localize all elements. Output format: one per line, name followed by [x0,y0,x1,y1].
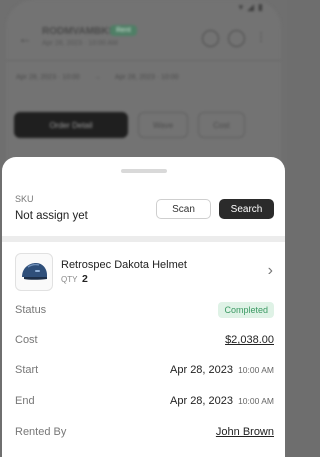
status-label: Status [15,304,47,316]
start-date: Apr 28, 2023 [170,364,234,376]
end-date: Apr 28, 2023 [170,395,234,407]
order-status-chip: Rent [110,25,137,36]
cost-button[interactable]: Cost [198,112,245,138]
scan-button[interactable]: Scan [156,199,211,219]
sku-value: Not assign yet [15,210,88,222]
start-value: Apr 28, 2023 10:00 AM [170,364,274,376]
chevron-right-icon[interactable]: › [268,262,273,280]
cost-row: Cost $2,038.00 [15,334,274,350]
product-qty-label: QTY [61,275,78,284]
search-button[interactable]: Search [219,199,274,219]
start-label: Start [15,364,39,376]
end-date-text: Apr 28, 2023 · 10:00 [114,74,179,81]
background-button-row: Order Detail Wave Cost [14,112,245,138]
start-row: Start Apr 28, 2023 10:00 AM [15,364,274,380]
cost-value-link[interactable]: $2,038.00 [225,334,274,346]
section-divider [2,236,285,242]
order-code: RODMVAMBKS [42,26,116,37]
status-bar-icons: ▾ ◢ ▮ [239,2,263,13]
cost-label: Cost [15,334,38,346]
battery-icon: ▮ [258,2,263,12]
helmet-icon [22,263,47,280]
end-label: End [15,395,35,407]
status-badge: Completed [218,302,274,318]
wave-button[interactable]: Wave [138,112,189,138]
screen: ▾ ◢ ▮ ← RODMVAMBKS Rent Apr 28, 2023 · 1… [0,0,287,457]
product-thumbnail [15,253,53,291]
product-qty: 2 [82,273,88,285]
signal-icon: ◢ [247,2,255,12]
divider [6,60,281,61]
wifi-icon: ▾ [238,2,244,12]
end-row: End Apr 28, 2023 10:00 AM [15,395,274,411]
background-date-range: Apr 28, 2023 · 10:00 → Apr 28, 2023 · 10… [16,74,281,81]
bottom-sheet: SKU Not assign yet Scan Search Retrospec… [2,157,285,457]
order-subtitle: Apr 28, 2023 · 10:00 AM [42,40,118,47]
header-action-icon[interactable] [202,30,219,47]
background-header: ← RODMVAMBKS Rent Apr 28, 2023 · 10:00 A… [6,22,281,56]
start-time: 10:00 AM [238,365,274,375]
sheet-drag-handle[interactable] [121,169,167,173]
more-vertical-icon[interactable]: ⋮ [255,30,267,44]
rented-by-label: Rented By [15,426,67,438]
order-detail-button[interactable]: Order Detail [14,112,128,138]
start-date-text: Apr 28, 2023 · 10:00 [16,74,80,81]
header-action-icon[interactable] [228,30,245,47]
product-name: Retrospec Dakota Helmet [61,259,187,271]
end-value: Apr 28, 2023 10:00 AM [170,395,274,407]
back-arrow-icon[interactable]: ← [18,30,32,46]
end-time: 10:00 AM [238,396,274,406]
rented-by-link[interactable]: John Brown [216,426,274,438]
status-row: Status Completed [15,302,274,320]
sku-label: SKU [15,194,34,204]
product-row[interactable]: Retrospec Dakota Helmet QTY 2 › [15,253,273,291]
arrow-right-icon: → [93,74,101,81]
rented-by-row: Rented By John Brown [15,426,274,442]
